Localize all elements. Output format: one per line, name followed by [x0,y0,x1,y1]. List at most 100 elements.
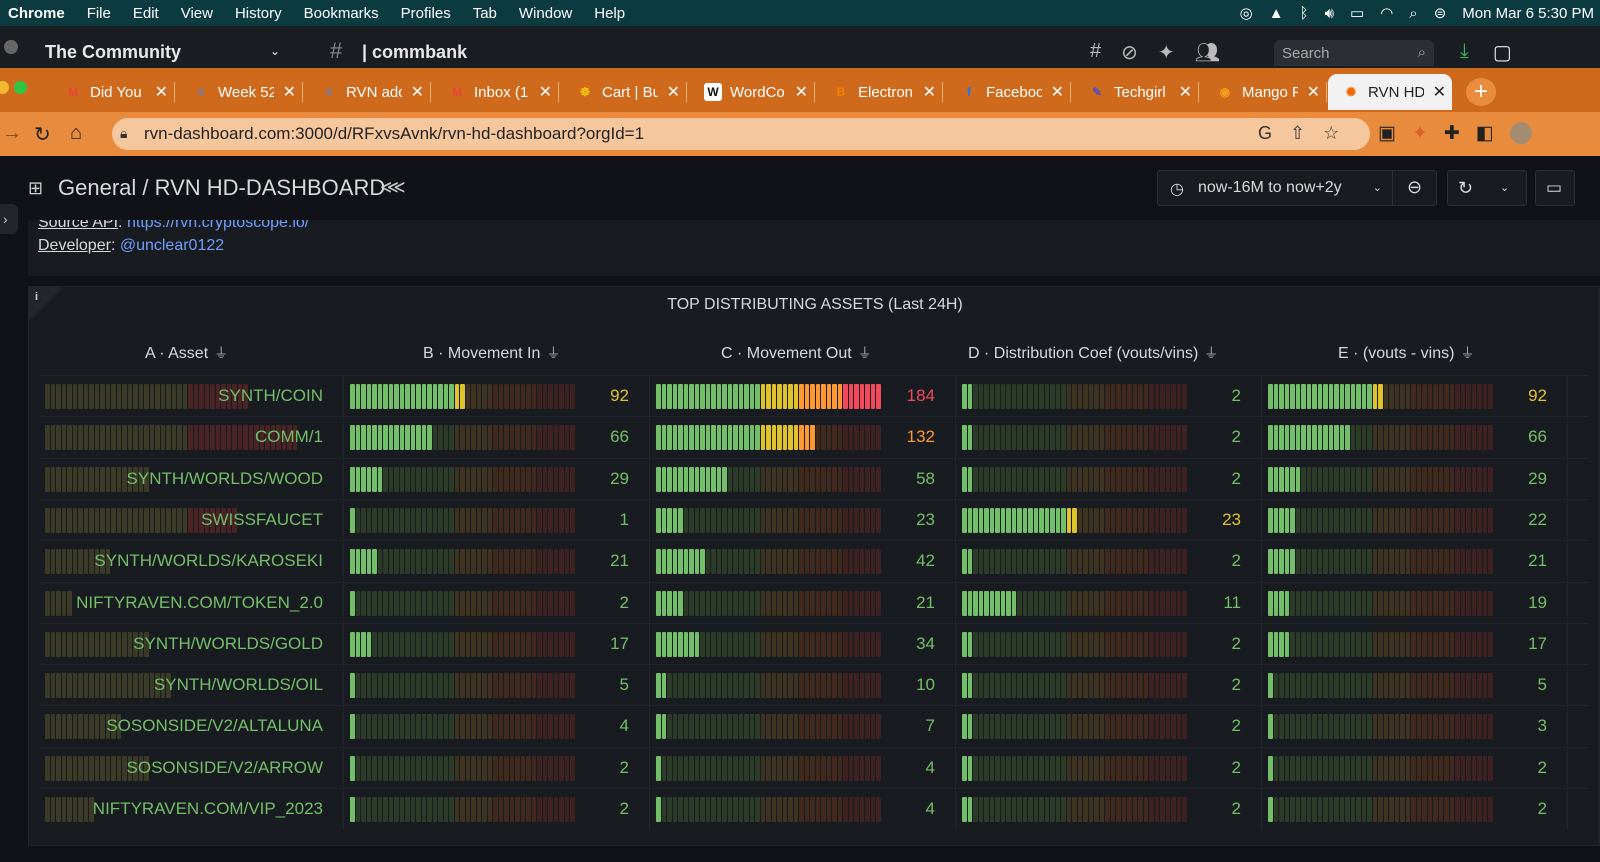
new-tab-button[interactable]: + [1466,78,1496,106]
developer-link[interactable]: @unclear0122 [120,237,224,254]
asset-name[interactable]: COMM/1 [255,427,323,447]
menu-tab[interactable]: Tab [473,5,497,22]
close-tab-icon[interactable]: ✕ [539,82,552,102]
download-icon[interactable]: ⤓ [1460,40,1469,65]
creative-cloud-icon[interactable]: ◎ [1240,4,1253,22]
zoom-out-button[interactable]: ⊖ [1392,171,1436,205]
slack-search-input[interactable]: Search ⌕ [1274,40,1434,66]
metamask-icon[interactable]: ✦ [1412,122,1428,145]
close-tab-icon[interactable]: ✕ [411,82,424,102]
close-tab-icon[interactable]: ✕ [283,82,296,102]
close-tab-icon[interactable]: ✕ [795,82,808,102]
asset-name[interactable]: SOSONSIDE/V2/ARROW [127,758,323,778]
close-tab-icon[interactable]: ✕ [1179,82,1192,102]
menu-profiles[interactable]: Profiles [401,5,451,22]
sidebar-expand-button[interactable]: › [0,204,18,234]
table-row[interactable]: SYNTH/WORLDS/GOLD 17 34 2 17 [39,622,1589,665]
filter-icon[interactable]: ⏚ [858,343,872,363]
home-icon[interactable]: ⌂ [70,122,82,145]
browser-tab[interactable]: ≡ RVN add ✕ [306,74,431,110]
volume-icon[interactable]: 🔊︎ [1325,5,1334,22]
column-header-vouts-vins[interactable]: E · (vouts - vins) ⏚ [1338,343,1474,363]
table-row[interactable]: SYNTH/WORLDS/WOOD 29 58 2 29 [39,457,1589,500]
screen-share-icon[interactable]: ▢ [1493,40,1512,65]
drive-icon[interactable]: ▲ [1269,5,1284,22]
spotlight-search-icon[interactable]: ⌕ [1409,5,1417,22]
bookmark-star-icon[interactable]: ☆ [1323,123,1339,144]
window-minimize-button[interactable] [0,81,9,94]
share-dashboard-icon[interactable]: ⋘ [380,177,406,198]
menu-history[interactable]: History [235,5,282,22]
wifi-icon[interactable]: ◠ [1380,4,1393,22]
asset-name[interactable]: SYNTH/WORLDS/OIL [154,675,323,695]
browser-tab[interactable]: W WordCo ✕ [690,74,815,110]
table-row[interactable]: COMM/1 66 132 2 66 [39,416,1589,459]
asset-name[interactable]: SYNTH/WORLDS/KAROSEKI [94,551,323,571]
tv-mode-button[interactable]: ▭ [1535,170,1575,206]
google-icon[interactable]: G [1258,123,1272,144]
filter-icon[interactable]: ⏚ [1204,343,1218,363]
reload-icon[interactable]: ↻ [34,122,51,147]
table-row[interactable]: NIFTYRAVEN.COM/TOKEN_2.0 2 21 11 19 [39,581,1589,624]
column-header-movement-in[interactable]: B · Movement In ⏚ [423,343,560,363]
table-row[interactable]: SOSONSIDE/V2/ALTALUNA 4 7 2 3 [39,705,1589,748]
window-zoom-button[interactable] [14,81,27,94]
menubar-clock[interactable]: Mon Mar 6 5:30 PM [1462,5,1594,22]
browser-tab[interactable]: ≡ Week 52 ✕ [178,74,303,110]
sidepanel-icon[interactable]: ◧ [1476,122,1494,145]
close-tab-icon[interactable]: ✕ [923,82,936,102]
table-row[interactable]: SYNTH/COIN 92 184 2 92 [39,375,1589,417]
source-api-link[interactable]: https://rvn.cryptoscope.io/ [127,220,309,231]
menu-bookmarks[interactable]: Bookmarks [304,5,379,22]
asset-name[interactable]: SYNTH/WORLDS/WOOD [127,469,323,489]
menu-app-name[interactable]: Chrome [8,5,65,22]
browser-tab[interactable]: M Inbox (1 ✕ [434,74,559,110]
menu-help[interactable]: Help [594,5,625,22]
dashboard-breadcrumb[interactable]: General / RVN HD-DASHBOARD [58,175,385,201]
asset-name[interactable]: NIFTYRAVEN.COM/VIP_2023 [93,799,323,819]
column-header-distribution-coef[interactable]: D · Distribution Coef (vouts/vins) ⏚ [968,343,1218,363]
asset-name[interactable]: SWISSFAUCET [201,510,323,530]
close-tab-icon[interactable]: ✕ [1051,82,1064,102]
browser-tab[interactable]: f Faceboo ✕ [946,74,1071,110]
table-row[interactable]: SYNTH/WORLDS/OIL 5 10 2 5 [39,664,1589,707]
filter-icon[interactable]: ⏚ [214,343,228,363]
pin-icon[interactable]: ✦ [1158,40,1175,65]
asset-name[interactable]: SYNTH/COIN [218,386,323,406]
chevron-down-icon[interactable]: ⌄ [270,44,280,58]
slack-workspace-name[interactable]: The Community [45,42,181,63]
table-row[interactable]: SWISSFAUCET 1 23 23 22 [39,498,1589,541]
mute-icon[interactable]: ⊘ [1121,40,1138,65]
battery-icon[interactable]: ▭ [1350,4,1364,22]
slack-channel-name[interactable]: | commbank [362,42,467,63]
column-header-asset[interactable]: A · Asset ⏚ [145,343,228,363]
forward-icon[interactable]: → [2,122,22,145]
menu-view[interactable]: View [181,5,213,22]
column-header-movement-out[interactable]: C · Movement Out ⏚ [721,343,872,363]
asset-name[interactable]: NIFTYRAVEN.COM/TOKEN_2.0 [76,593,323,613]
puzzle-icon[interactable]: ✚ [1444,122,1460,145]
browser-tab[interactable]: B Electron ✕ [818,74,943,110]
menu-file[interactable]: File [87,5,111,22]
asset-name[interactable]: SYNTH/WORLDS/GOLD [133,634,323,654]
bluetooth-icon[interactable]: ᛒ [1300,5,1309,22]
url-field[interactable]: rvn-dashboard.com:3000/d/RFxvsAvnk/rvn-h… [112,118,1370,150]
table-row[interactable]: SOSONSIDE/V2/ARROW 2 4 2 2 [39,746,1589,789]
threads-icon[interactable]: # [1090,40,1101,65]
close-tab-icon[interactable]: ✕ [155,82,168,102]
lock-icon[interactable]: 🔒︎ [120,125,127,142]
control-center-icon[interactable]: ⊜ [1434,4,1447,22]
browser-tab[interactable]: M Did You ✕ [50,74,175,110]
asset-name[interactable]: SOSONSIDE/V2/ALTALUNA [106,716,323,736]
browser-tab[interactable]: ✎ Techgirl ✕ [1074,74,1199,110]
table-row[interactable]: NIFTYRAVEN.COM/VIP_2023 2 4 2 2 [39,788,1589,830]
close-tab-icon[interactable]: ✕ [1307,82,1320,102]
menu-window[interactable]: Window [519,5,572,22]
extension-icon[interactable]: ▣ [1378,122,1396,145]
filter-icon[interactable]: ⏚ [546,343,560,363]
filter-icon[interactable]: ⏚ [1460,343,1474,363]
time-range-picker[interactable]: ◷ now-16M to now+2y ⌄ ⊖ [1157,170,1437,206]
browser-tab[interactable]: ✺ RVN HD ✕ [1328,74,1452,110]
avatar[interactable] [1509,122,1532,144]
panel-title[interactable]: TOP DISTRIBUTING ASSETS (Last 24H) [29,296,1600,314]
